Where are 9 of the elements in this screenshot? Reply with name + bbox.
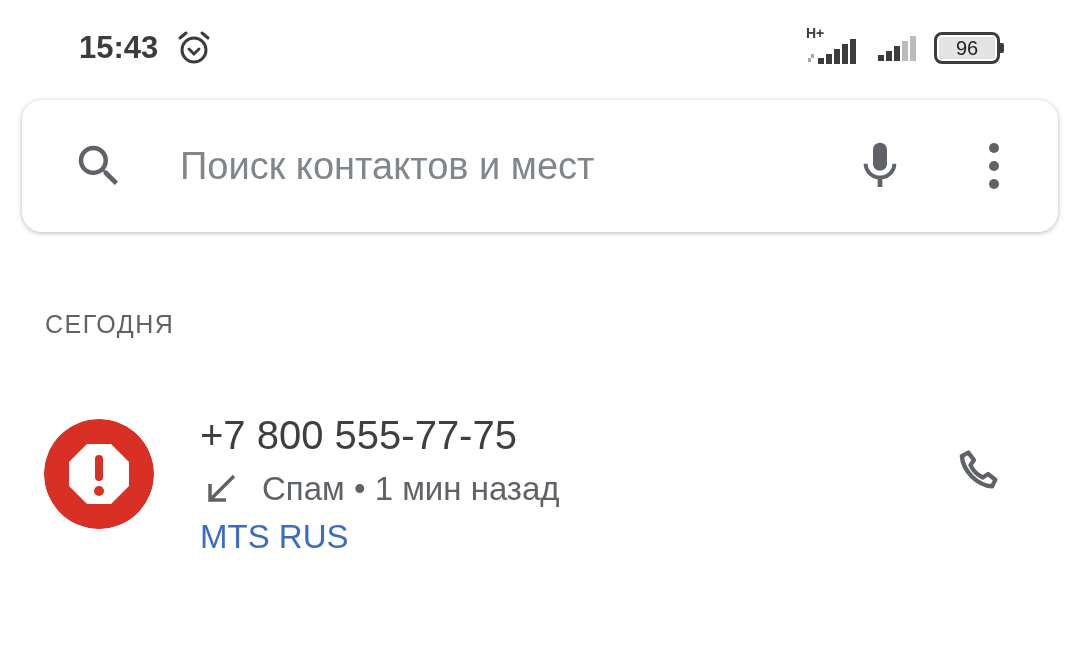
more-options-icon[interactable] (988, 142, 1000, 190)
section-header: СЕГОДНЯ (45, 310, 175, 339)
search-field[interactable]: Поиск контактов и мест (178, 143, 852, 189)
network-type-label: H+ (806, 26, 825, 40)
phone-number: +7 800 555-77-75 (200, 412, 517, 459)
battery-indicator: 96 (934, 32, 1004, 64)
carrier-label: MTS RUS (200, 517, 349, 557)
clock-time: 15:43 (79, 30, 159, 66)
call-details: Спам • 1 мин назад (262, 469, 560, 509)
